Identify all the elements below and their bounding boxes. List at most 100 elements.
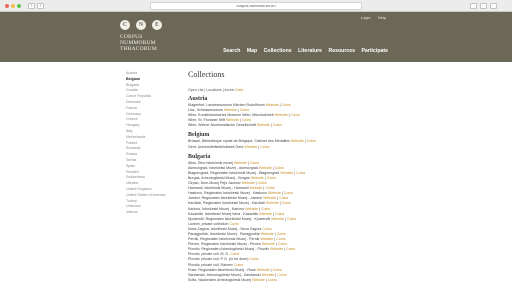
coins-link[interactable]: Coins <box>240 108 249 112</box>
website-link[interactable]: Website <box>244 145 257 149</box>
nav-literature[interactable]: Literature <box>298 48 322 54</box>
coins-link[interactable]: Coins <box>286 247 295 251</box>
website-link[interactable]: Website <box>262 273 275 277</box>
coins-link[interactable]: Coins <box>268 278 277 282</box>
website-link[interactable]: Website <box>250 186 263 190</box>
address-bar[interactable]: corpus-nummorum.eu <box>150 2 362 10</box>
nav-resources[interactable]: Resources <box>328 48 355 54</box>
coins-link[interactable]: Coins <box>282 103 291 107</box>
coins-link[interactable]: Coins <box>273 268 282 272</box>
website-link[interactable]: Website <box>291 139 304 143</box>
nav-collections[interactable]: Collections <box>264 48 292 54</box>
website-link[interactable]: Website <box>261 232 274 236</box>
collection-name: Lovech, private collection <box>188 221 229 226</box>
share-icon[interactable] <box>470 3 477 9</box>
collection-row: Wien, Wiener Numismatische Gesellschaft … <box>188 123 282 128</box>
coins-link[interactable]: Coins <box>250 161 259 165</box>
coins-link[interactable]: Coins <box>291 113 300 117</box>
coins-link[interactable]: Coins <box>275 212 284 216</box>
nav-map[interactable]: Map <box>247 48 257 54</box>
coins-link[interactable]: Coins <box>277 273 286 277</box>
login-link[interactable]: Login <box>361 15 371 20</box>
coins-link[interactable]: Coins <box>282 201 291 205</box>
website-link[interactable]: Website <box>252 278 265 282</box>
nav-search[interactable]: Search <box>223 48 240 54</box>
collection-name: Kjustendil, Regionalen Istoričeski Muzej… <box>188 216 271 221</box>
website-link[interactable]: Website <box>257 123 270 127</box>
website-link[interactable]: Website <box>226 118 239 122</box>
collection-name: Sofia, Nacionalen Arheologičeski Muzej <box>188 277 251 282</box>
coins-link[interactable]: Coins <box>260 145 269 149</box>
collection-name: Plovdiv, private coll. M. D. <box>188 252 230 257</box>
coins-link[interactable]: Coins <box>296 171 305 175</box>
coins-link[interactable]: Coins <box>277 232 286 236</box>
coins-link[interactable]: Coins <box>265 186 274 190</box>
coins-link[interactable]: Coins <box>262 227 271 231</box>
collection-name: Jambol, Regionalen Istoričeski Muzej - J… <box>188 196 263 201</box>
collection-name: Pleven, Regionalen Istoričeski Muzej - P… <box>188 242 261 247</box>
logo-letter: E <box>152 20 162 30</box>
website-link[interactable]: Website <box>245 207 258 211</box>
minimize-window-icon[interactable] <box>11 4 15 8</box>
new-tab-icon[interactable] <box>490 3 497 9</box>
country-sidebar: Austria Belgium Bulgaria Croatia Czech Repub… <box>126 71 182 216</box>
collection-row: Sofia, Nacionalen Arheologičeski Muzej W… <box>188 277 277 282</box>
website-link[interactable]: Website <box>266 103 279 107</box>
website-link[interactable]: Website <box>268 191 281 195</box>
website-link[interactable]: Website <box>257 268 270 272</box>
coins-link[interactable]: Coins <box>307 139 316 143</box>
collection-name: Ruse, Regionalen Istoričeski Muzej - Rus… <box>188 267 256 272</box>
page-body: Austria Belgium Bulgaria Croatia Czech Repub… <box>0 62 512 297</box>
collection-name: Kardžali, Regionalen Istoričeski Muzej -… <box>188 201 265 206</box>
coins-link[interactable]: Coins <box>267 176 276 180</box>
website-link[interactable]: Website <box>260 237 273 241</box>
website-link[interactable]: Website <box>280 171 293 175</box>
website-link[interactable]: Website <box>263 196 276 200</box>
website-link[interactable]: Website <box>259 212 272 216</box>
website-link[interactable]: Website <box>224 108 237 112</box>
website-link[interactable]: Website <box>234 161 247 165</box>
website-link[interactable]: Website <box>266 201 279 205</box>
website-link[interactable]: Website <box>262 242 275 246</box>
coins-link[interactable]: Coins <box>249 257 258 261</box>
collection-name: Klagenfurt, Landesmuseum Kärnten Rudolfi… <box>188 103 265 107</box>
website-link[interactable]: Website <box>275 113 288 117</box>
coins-link[interactable]: Coins <box>258 181 267 185</box>
account-links: Login Help <box>355 15 386 20</box>
website-link[interactable]: Website <box>242 181 255 185</box>
website-link[interactable]: Website <box>271 217 284 221</box>
coins-link[interactable]: Coins <box>234 263 243 267</box>
tabs-icon[interactable] <box>480 3 487 9</box>
close-window-icon[interactable] <box>5 4 9 8</box>
collection-name: Pernik, Regionalen Istoričeski Muzej - P… <box>188 237 260 242</box>
website-link[interactable]: Website <box>259 166 272 170</box>
coins-link[interactable]: Coins <box>278 242 287 246</box>
coins-link[interactable]: Coins <box>230 252 239 256</box>
website-link[interactable]: Website <box>251 176 264 180</box>
coins-link[interactable]: Coins <box>261 207 270 211</box>
intro-data-link[interactable]: Data <box>235 88 243 92</box>
collection-name: Plovdiv, private coll. P. D. (to be done… <box>188 257 249 262</box>
coins-link[interactable]: Coins <box>276 237 285 241</box>
back-button[interactable]: ‹ <box>28 3 35 9</box>
nav-participate[interactable]: Participate <box>361 48 388 54</box>
coins-link[interactable]: Coins <box>275 166 284 170</box>
coins-link[interactable]: Coins <box>287 217 296 221</box>
collection-name: Sandanski, Arheologičeski Muzej - Sandan… <box>188 272 261 277</box>
website-link[interactable]: Website <box>270 247 283 251</box>
country-heading: Bulgaria <box>188 153 211 160</box>
coins-link[interactable]: Coins <box>242 118 251 122</box>
sidebar-item[interactable]: Vatican <box>126 210 182 216</box>
site-logo[interactable]: C N E CORPUS NUMMORUM THRACORUM <box>120 20 180 52</box>
collection-name: Wien, Kunsthistorisches Museum Wien, Mün… <box>188 113 274 118</box>
help-link[interactable]: Help <box>378 15 386 20</box>
coins-link[interactable]: Coins <box>229 222 238 226</box>
maximize-window-icon[interactable] <box>17 4 21 8</box>
collection-name: Čirpan, Dom-Muzej Pejo Javorov <box>188 181 241 186</box>
forward-button[interactable]: › <box>37 3 44 9</box>
coins-link[interactable]: Coins <box>279 196 288 200</box>
coins-link[interactable]: Coins <box>273 123 282 127</box>
collection-name: Wien, Wiener Numismatische Gesellschaft <box>188 123 256 128</box>
coins-link[interactable]: Coins <box>284 191 293 195</box>
collection-name: Aitos, Ėtno Istoričeski muzej <box>188 160 233 165</box>
